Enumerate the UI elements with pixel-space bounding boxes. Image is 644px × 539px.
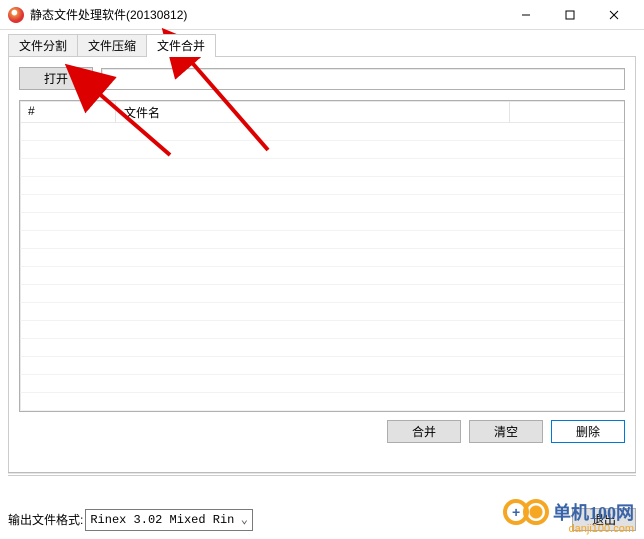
output-format-value: Rinex 3.02 Mixed Rin <box>86 513 236 527</box>
titlebar: 静态文件处理软件(20130812) <box>0 0 644 30</box>
delete-button[interactable]: 删除 <box>551 420 625 443</box>
window-title: 静态文件处理软件(20130812) <box>30 6 504 23</box>
merge-button[interactable]: 合并 <box>387 420 461 443</box>
close-button[interactable] <box>592 1 636 29</box>
open-button[interactable]: 打开 <box>19 67 93 90</box>
maximize-button[interactable] <box>548 1 592 29</box>
app-icon <box>8 7 24 23</box>
merge-panel: 打开 # 文件名 <box>8 56 636 476</box>
tabstrip: 文件分割 文件压缩 文件合并 <box>8 34 636 56</box>
divider <box>8 472 636 475</box>
file-table[interactable]: # 文件名 <box>19 100 625 412</box>
path-input[interactable] <box>101 68 625 90</box>
table-body <box>20 123 624 411</box>
col-index[interactable]: # <box>20 101 116 123</box>
chevron-down-icon: ⌄ <box>236 512 252 527</box>
tab-file-compress[interactable]: 文件压缩 <box>77 34 147 56</box>
output-format-label: 输出文件格式: <box>8 511 83 528</box>
minimize-button[interactable] <box>504 1 548 29</box>
col-filename[interactable]: 文件名 <box>116 101 510 123</box>
clear-button[interactable]: 清空 <box>469 420 543 443</box>
output-format-select[interactable]: Rinex 3.02 Mixed Rin ⌄ <box>85 509 253 531</box>
exit-button[interactable]: 退出 <box>572 508 636 531</box>
tab-file-merge[interactable]: 文件合并 <box>146 34 216 56</box>
col-spacer <box>510 101 624 123</box>
tab-file-split[interactable]: 文件分割 <box>8 34 78 56</box>
table-header: # 文件名 <box>20 101 624 123</box>
